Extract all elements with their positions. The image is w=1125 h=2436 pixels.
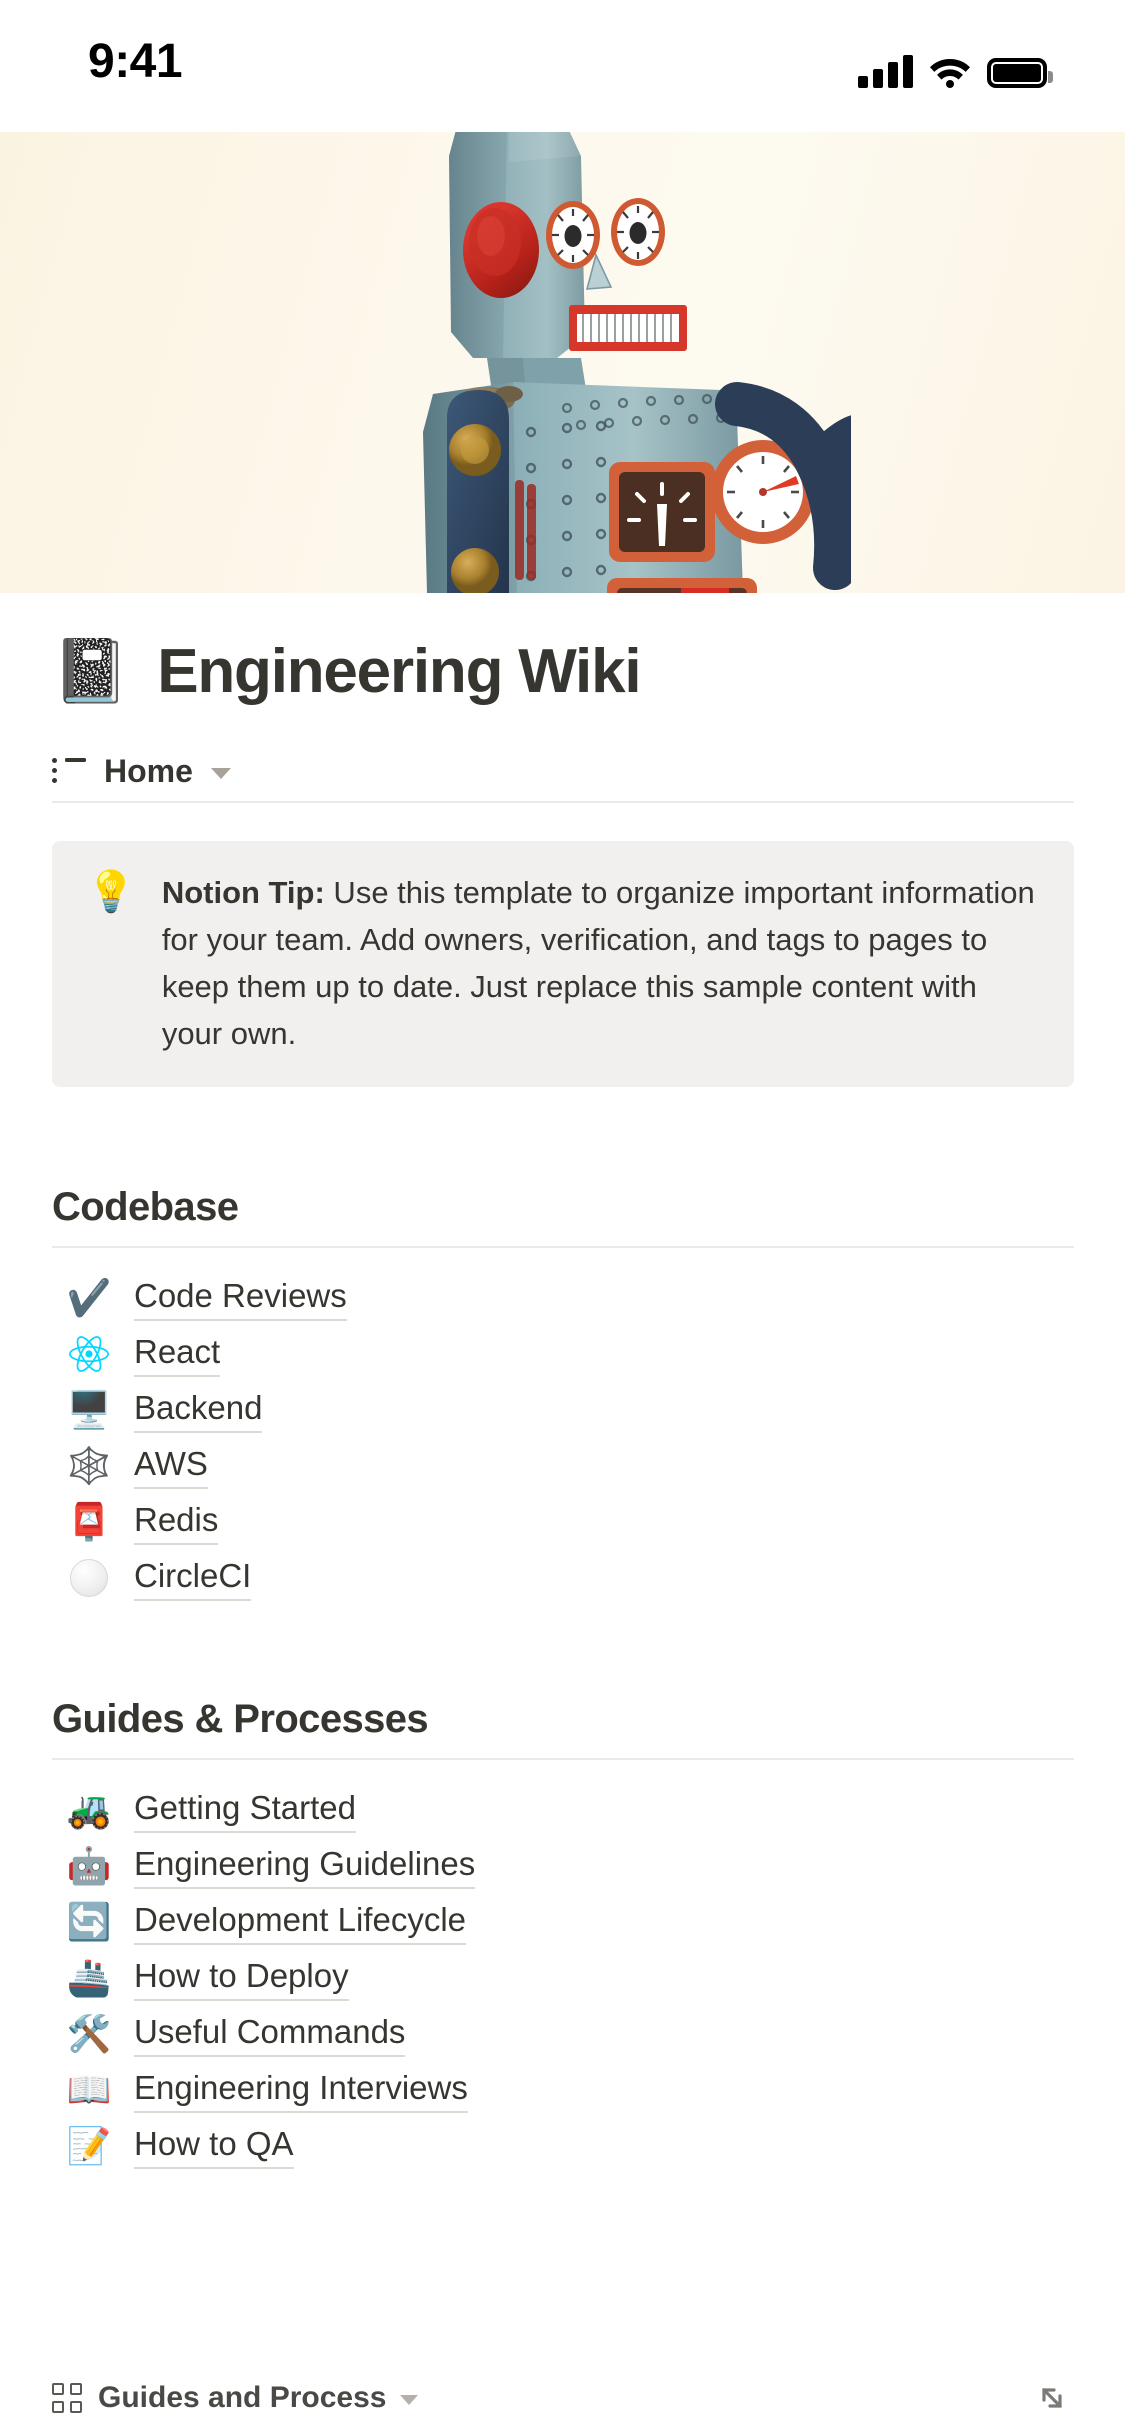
page-link-item[interactable]: 🚜 Getting Started [52, 1782, 1074, 1838]
chevron-down-icon[interactable] [210, 768, 231, 779]
page-title[interactable]: Engineering Wiki [157, 641, 641, 703]
page-title-row: 📓 Engineering Wiki [52, 641, 642, 703]
white-circle-icon [66, 1559, 112, 1597]
tractor-icon: 🚜 [66, 1789, 112, 1830]
bottom-view-bar[interactable]: Guides and Process [0, 2360, 1125, 2436]
page-link-label[interactable]: Code Reviews [134, 1275, 347, 1321]
page-link-list: ✔️ Code Reviews React 🖥️ Backend 🕸️ AWS 📮 Redis C… [52, 1248, 1074, 1606]
status-bar: 9:41 [0, 0, 1125, 132]
page-link-label[interactable]: How to Deploy [134, 1955, 349, 2001]
counterclockwise-arrows-icon: 🔄 [66, 1901, 112, 1942]
wifi-icon [929, 56, 971, 88]
notebook-icon[interactable]: 📓 [52, 641, 129, 703]
page-link-item[interactable]: CircleCI [52, 1550, 1074, 1606]
ship-icon: 🚢 [66, 1957, 112, 1998]
page-link-item[interactable]: 📝 How to QA [52, 2118, 1074, 2174]
page-cover-image[interactable] [0, 132, 1125, 593]
tin-robot-illustration [422, 132, 851, 593]
page-content: 📓 Engineering Wiki Home 💡 Notion Tip: Us… [0, 593, 1125, 2436]
section-codebase: Codebase ✔️ Code Reviews React 🖥️ Backend 🕸️ A… [52, 1185, 1074, 1606]
gallery-grid-icon [52, 2383, 82, 2413]
page-link-item[interactable]: 📖 Engineering Interviews [52, 2062, 1074, 2118]
spider-web-icon: 🕸️ [66, 1445, 112, 1486]
view-tab-home[interactable]: Home [104, 753, 193, 790]
page-link-item[interactable]: 🖥️ Backend [52, 1382, 1074, 1438]
page-link-label[interactable]: Engineering Guidelines [134, 1843, 476, 1889]
page-link-label[interactable]: Redis [134, 1499, 219, 1545]
status-bar-indicators [858, 48, 1053, 88]
section-title: Guides & Processes [52, 1697, 429, 1741]
page-link-item[interactable]: React [52, 1326, 1074, 1382]
status-bar-time: 9:41 [88, 35, 183, 88]
list-view-icon [52, 758, 86, 784]
page-link-item[interactable]: 📮 Redis [52, 1494, 1074, 1550]
react-logo-icon [66, 1334, 112, 1374]
page-link-label[interactable]: Getting Started [134, 1787, 356, 1833]
notion-tip-callout: 💡 Notion Tip: Use this template to organ… [52, 841, 1074, 1088]
memo-icon: 📝 [66, 2125, 112, 2166]
page-link-item[interactable]: 🔄 Development Lifecycle [52, 1894, 1074, 1950]
light-bulb-icon: 💡 [86, 870, 136, 914]
page-link-label[interactable]: React [134, 1331, 221, 1377]
desktop-computer-icon: 🖥️ [66, 1389, 112, 1430]
page-link-label[interactable]: Engineering Interviews [134, 2067, 468, 2113]
page-link-item[interactable]: ✔️ Code Reviews [52, 1270, 1074, 1326]
page-link-label[interactable]: How to QA [134, 2123, 294, 2169]
battery-icon [987, 58, 1053, 88]
section-guides-and-processes: Guides & Processes 🚜 Getting Started 🤖 Engi… [52, 1697, 1074, 2174]
page-link-item[interactable]: 🕸️ AWS [52, 1438, 1074, 1494]
cellular-signal-icon [858, 54, 913, 88]
robot-face-icon: 🤖 [66, 1845, 112, 1886]
section-title: Codebase [52, 1185, 239, 1229]
bottom-view-label[interactable]: Guides and Process [98, 2381, 386, 2415]
open-book-icon: 📖 [66, 2069, 112, 2110]
database-view-selector[interactable]: Home [52, 741, 1074, 803]
page-link-item[interactable]: 🛠️ Useful Commands [52, 2006, 1074, 2062]
page-link-item[interactable]: 🤖 Engineering Guidelines [52, 1838, 1074, 1894]
callout-lead: Notion Tip: [161, 875, 325, 910]
page-link-label[interactable]: AWS [134, 1443, 208, 1489]
page-link-list: 🚜 Getting Started 🤖 Engineering Guidelines 🔄… [52, 1760, 1074, 2174]
callout-text: Notion Tip: Use this template to organiz… [162, 869, 1040, 1057]
page-link-label[interactable]: Backend [134, 1387, 263, 1433]
expand-diagonal-icon[interactable] [1031, 2377, 1073, 2419]
postbox-icon: 📮 [66, 1501, 112, 1542]
page-link-label[interactable]: Development Lifecycle [134, 1899, 466, 1945]
chevron-down-icon[interactable] [400, 2395, 419, 2405]
page-link-item[interactable]: 🚢 How to Deploy [52, 1950, 1074, 2006]
hammer-and-wrench-icon: 🛠️ [66, 2013, 112, 2054]
check-mark-icon: ✔️ [66, 1277, 112, 1318]
page-link-label[interactable]: CircleCI [134, 1555, 252, 1601]
page-link-label[interactable]: Useful Commands [134, 2011, 406, 2057]
